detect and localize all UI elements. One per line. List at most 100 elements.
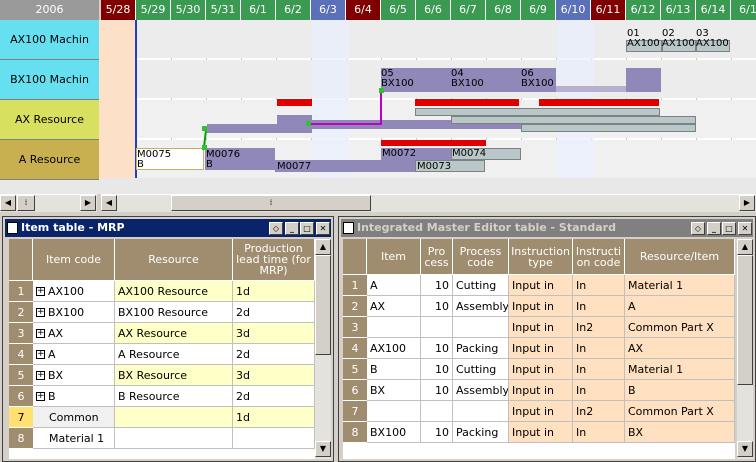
cell-proc[interactable]: 10 [421, 422, 453, 443]
cell-item[interactable]: A [367, 275, 421, 296]
resource-row-label[interactable]: AX Resource [0, 100, 99, 140]
minimize-icon[interactable]: _ [285, 222, 299, 235]
expand-icon[interactable]: + [36, 370, 45, 380]
cell-icode[interactable]: In2 [573, 401, 625, 422]
cell-icode[interactable]: In [573, 359, 625, 380]
resource-cell[interactable]: A Resource [115, 344, 233, 365]
item-code-cell[interactable]: Common [33, 407, 115, 428]
scroll-right-icon[interactable]: ▶ [80, 195, 96, 211]
scroll-up-icon[interactable]: ▲ [737, 239, 753, 255]
row-number[interactable]: 3 [343, 317, 367, 338]
cell-item[interactable] [367, 401, 421, 422]
maximize-icon[interactable]: □ [300, 222, 314, 235]
column-header-process-code[interactable]: Process code [453, 239, 509, 275]
expand-icon[interactable]: + [36, 286, 45, 296]
minimize-icon[interactable]: _ [707, 222, 721, 235]
cell-icode[interactable]: In2 [573, 317, 625, 338]
item-code-cell[interactable]: + B [33, 386, 115, 407]
restore-icon[interactable]: ◇ [269, 222, 283, 235]
scroll-left-icon[interactable]: ◀ [0, 195, 16, 211]
column-header-code[interactable]: Item code [33, 239, 115, 281]
restore-icon[interactable]: ◇ [691, 222, 705, 235]
cell-icode[interactable]: In [573, 380, 625, 401]
resource-cell[interactable]: B Resource [115, 386, 233, 407]
row-number[interactable]: 6 [9, 386, 33, 407]
cell-item[interactable]: BX100 [367, 422, 421, 443]
resource-cell[interactable]: AX Resource [115, 323, 233, 344]
row-number[interactable]: 1 [343, 275, 367, 296]
scroll-down-icon[interactable]: ▼ [737, 441, 753, 457]
cell-item[interactable] [367, 317, 421, 338]
master-grid[interactable]: Item Pro cess Process code Instruction type… [343, 239, 735, 459]
cell-itype[interactable]: Input in [509, 401, 573, 422]
cell-item[interactable]: AX [367, 296, 421, 317]
cell-itype[interactable]: Input in [509, 359, 573, 380]
master-editor-titlebar[interactable]: Integrated Master Editor table - Standar… [341, 219, 753, 237]
cell-item[interactable]: BX [367, 380, 421, 401]
cell-pcode[interactable]: Assembly [453, 380, 509, 401]
row-number[interactable]: 5 [9, 365, 33, 386]
row-number[interactable]: 8 [343, 422, 367, 443]
row-number[interactable]: 7 [9, 407, 33, 428]
item-code-cell[interactable]: + AX100 [33, 281, 115, 302]
row-number[interactable]: 8 [9, 428, 33, 449]
row-number[interactable]: 4 [9, 344, 33, 365]
item-code-cell[interactable]: Material 1 [33, 428, 115, 449]
maximize-icon[interactable]: □ [722, 222, 736, 235]
cell-itype[interactable]: Input in [509, 275, 573, 296]
expand-icon[interactable]: + [36, 349, 45, 359]
cell-itype[interactable]: Input in [509, 380, 573, 401]
column-header-lead[interactable]: Production lead time (for MRP) [233, 239, 315, 281]
chart-hscroll[interactable]: ◀ ⁞ ▶ [101, 194, 756, 212]
item-code-cell[interactable]: + A [33, 344, 115, 365]
cell-itype[interactable]: Input in [509, 338, 573, 359]
lead-time-cell[interactable]: 1d [233, 281, 315, 302]
cell-itype[interactable]: Input in [509, 317, 573, 338]
resource-cell[interactable]: BX100 Resource [115, 302, 233, 323]
expand-icon[interactable]: + [36, 391, 45, 401]
row-number[interactable]: 6 [343, 380, 367, 401]
cell-res[interactable]: B [625, 380, 735, 401]
expand-icon[interactable]: + [36, 328, 45, 338]
lead-time-cell[interactable]: 1d [233, 407, 315, 428]
cell-pcode[interactable]: Assembly [453, 296, 509, 317]
item-code-cell[interactable]: + BX [33, 365, 115, 386]
resource-row-label[interactable]: BX100 Machin [0, 60, 99, 100]
cell-icode[interactable]: In [573, 275, 625, 296]
cell-proc[interactable]: 10 [421, 359, 453, 380]
resource-cell[interactable] [115, 407, 233, 428]
cell-res[interactable]: BX [625, 422, 735, 443]
column-header-item[interactable]: Item [367, 239, 421, 275]
resource-cell[interactable]: AX100 Resource [115, 281, 233, 302]
cell-pcode[interactable]: Packing [453, 422, 509, 443]
item-code-cell[interactable]: + BX100 [33, 302, 115, 323]
cell-pcode[interactable]: Cutting [453, 275, 509, 296]
cell-res[interactable]: AX [625, 338, 735, 359]
item-grid[interactable]: Item code Resource Production lead time (f… [9, 239, 315, 459]
scroll-left-icon[interactable]: ◀ [101, 195, 117, 211]
row-number[interactable]: 1 [9, 281, 33, 302]
row-number[interactable]: 5 [343, 359, 367, 380]
cell-res[interactable]: Common Part X [625, 317, 735, 338]
cell-proc[interactable]: 10 [421, 338, 453, 359]
resource-row-label[interactable]: AX100 Machin [0, 20, 99, 60]
label-hscroll[interactable]: ◀ ⁞ ▶ [0, 194, 97, 212]
master-vscroll[interactable]: ▲ ▼ [737, 239, 753, 459]
cell-itype[interactable]: Input in [509, 422, 573, 443]
item-vscroll[interactable]: ▲ ▼ [315, 239, 331, 459]
scroll-down-icon[interactable]: ▼ [315, 441, 331, 457]
lead-time-cell[interactable]: 3d [233, 323, 315, 344]
lead-time-cell[interactable]: 2d [233, 386, 315, 407]
resource-cell[interactable] [115, 428, 233, 449]
column-header-instruction-code[interactable]: Instructi on code [573, 239, 625, 275]
column-header-resource[interactable]: Resource [115, 239, 233, 281]
cell-icode[interactable]: In [573, 422, 625, 443]
cell-res[interactable]: Common Part X [625, 401, 735, 422]
cell-proc[interactable]: 10 [421, 296, 453, 317]
cell-pcode[interactable]: Cutting [453, 359, 509, 380]
item-code-cell[interactable]: + AX [33, 323, 115, 344]
gantt-chart-area[interactable]: 01 AX100 02 AX100 03 AX100 05 BX100 04 B… [99, 20, 756, 178]
row-number[interactable]: 4 [343, 338, 367, 359]
resource-row-label[interactable]: A Resource [0, 140, 99, 180]
row-number[interactable]: 2 [343, 296, 367, 317]
